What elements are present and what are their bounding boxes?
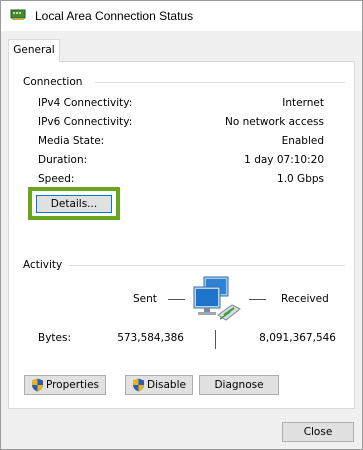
ipv6-label: IPv6 Connectivity: [38,116,133,128]
close-label: Close [303,426,333,438]
network-computers-icon [193,276,241,321]
diagnose-button[interactable]: Diagnose [199,375,279,395]
window-title: Local Area Connection Status [35,9,194,23]
speed-value: 1.0 Gbps [277,173,324,185]
disable-label: Disable [147,379,186,391]
media-state-value: Enabled [281,135,324,147]
activity-heading: Activity [23,259,69,271]
general-panel: Connection IPv4 Connectivity: Internet I… [8,61,355,409]
title-bar: Local Area Connection Status [1,1,362,31]
speed-label: Speed: [38,173,75,185]
close-button[interactable]: Close [282,422,354,442]
properties-label: Properties [45,379,100,391]
connection-heading: Connection [23,76,89,88]
sent-label: Sent [133,293,157,305]
sent-dash [168,299,185,300]
uac-shield-icon [133,378,145,392]
details-label: Details... [50,198,98,210]
bytes-received-value: 8,091,367,546 [259,332,336,344]
ipv6-value: No network access [225,116,324,128]
activity-separator [215,330,216,349]
duration-value: 1 day 07:10:20 [244,154,324,166]
ipv4-value: Internet [282,97,324,109]
duration-label: Duration: [38,154,88,166]
connection-divider [95,82,345,83]
diagnose-label: Diagnose [214,379,264,391]
media-state-label: Media State: [38,135,105,147]
uac-shield-icon [31,378,43,392]
details-button[interactable]: Details... [36,195,112,213]
ipv4-label: IPv4 Connectivity: [38,97,133,109]
properties-button[interactable]: Properties [24,375,106,395]
bytes-label: Bytes: [38,332,72,344]
received-label: Received [281,293,329,305]
activity-divider [69,265,345,266]
received-dash [249,299,266,300]
disable-button[interactable]: Disable [125,375,193,395]
network-adapter-icon [10,9,26,20]
connection-status-window: Local Area Connection Status General Con… [0,0,363,450]
bytes-sent-value: 573,584,386 [117,332,184,344]
tab-general[interactable]: General [8,39,60,62]
